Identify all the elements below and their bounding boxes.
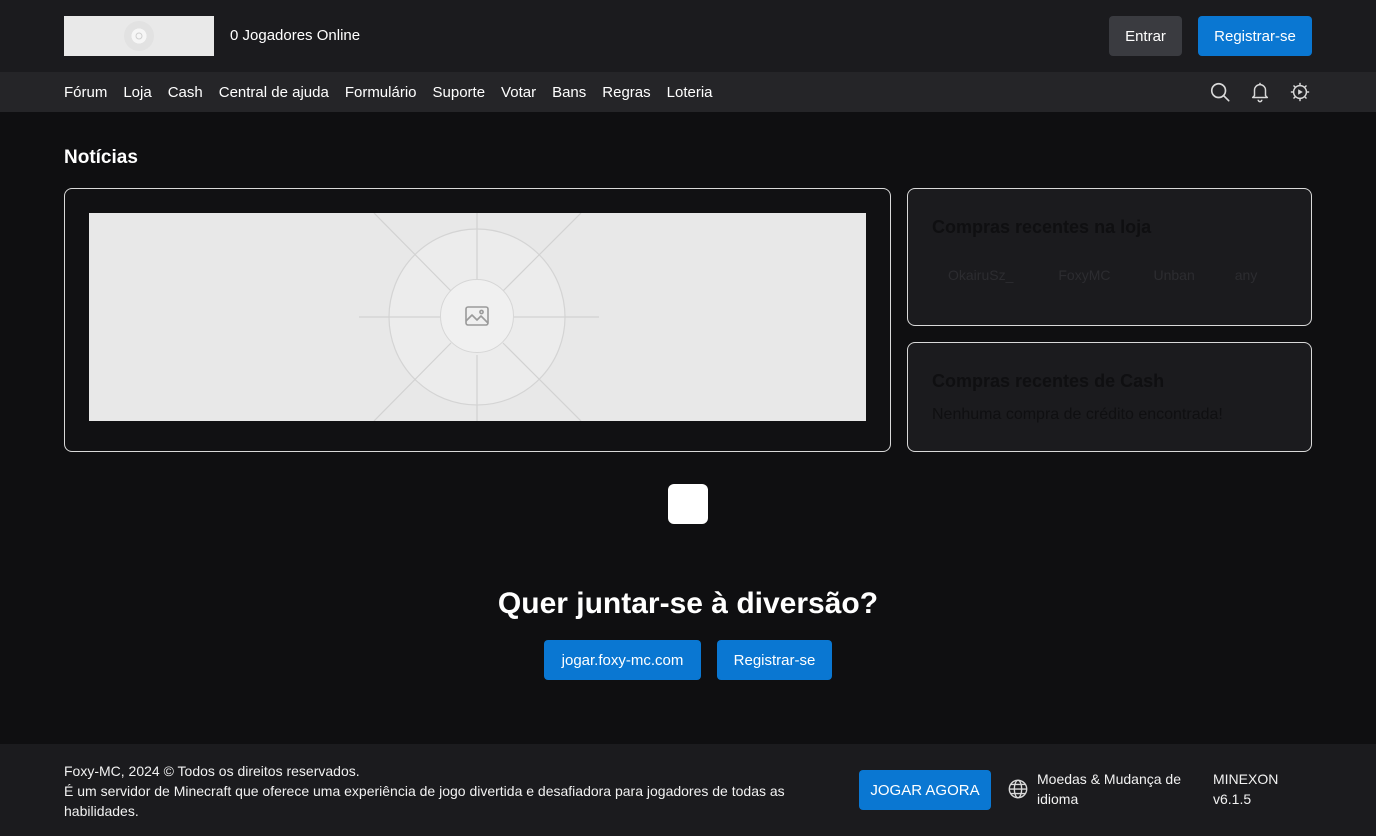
bell-icon[interactable] [1248,80,1272,104]
nav-icons [1208,72,1312,112]
buyer-item[interactable]: OkairuSz_ [948,267,1013,283]
copyright-text: Foxy-MC, 2024 © Todos os direitos reserv… [64,763,360,779]
nav-item-bans[interactable]: Bans [552,84,586,101]
cta-title: Quer juntar-se à diversão? [497,587,879,620]
nav-links: Fórum Loja Cash Central de ajuda Formulá… [64,72,713,112]
nav-item-loja[interactable]: Loja [123,84,151,101]
footer-text: Foxy-MC, 2024 © Todos os direitos reserv… [64,761,844,821]
settings-icon[interactable] [1288,80,1312,104]
image-placeholder-icon [440,279,514,353]
recent-cash-purchases-card: Compras recentes de Cash Nenhuma compra … [907,342,1312,452]
search-icon[interactable] [1208,80,1232,104]
login-button[interactable]: Entrar [1109,16,1182,56]
nav-item-votar[interactable]: Votar [501,84,536,101]
news-card[interactable] [64,188,891,452]
nav-item-formulario[interactable]: Formulário [345,84,417,101]
nav-item-regras[interactable]: Regras [602,84,650,101]
recent-buyers-list: OkairuSz_ FoxyMC Unban any [948,267,1257,283]
nav-item-cash[interactable]: Cash [168,84,203,101]
register-button[interactable]: Registrar-se [1198,16,1312,56]
nav-item-suporte[interactable]: Suporte [433,84,486,101]
nav-bar: Fórum Loja Cash Central de ajuda Formulá… [0,72,1376,112]
pagination-button[interactable] [668,484,708,524]
recent-shop-purchases-title: Compras recentes na loja [932,217,1152,237]
news-section-title: Notícias [64,147,138,168]
server-ip-button[interactable]: jogar.foxy-mc.com [544,640,701,680]
globe-icon [1008,779,1028,799]
language-label: Moedas & Mudança de idioma [1037,771,1181,807]
recent-cash-purchases-title: Compras recentes de Cash [932,371,1165,391]
buyer-item[interactable]: any [1235,267,1258,283]
play-now-button[interactable]: JOGAR AGORA [859,770,991,810]
no-purchases-message: Nenhuma compra de crédito encontrada! [932,406,1223,423]
server-description: É um servidor de Minecraft que oferece u… [64,783,785,819]
logo[interactable] [64,16,214,56]
players-online: 0 Jogadores Online [230,27,361,44]
buyer-item[interactable]: Unban [1153,267,1194,283]
logo-mark [124,21,154,51]
top-bar: 0 Jogadores Online Entrar Registrar-se [0,0,1376,72]
nav-item-central-de-ajuda[interactable]: Central de ajuda [219,84,329,101]
buyer-item[interactable]: FoxyMC [1058,267,1110,283]
platform-brand: MINEXON [1213,771,1279,787]
recent-shop-purchases-card: Compras recentes na loja OkairuSz_ FoxyM… [907,188,1312,326]
news-image-placeholder [89,213,866,421]
nav-item-loteria[interactable]: Loteria [667,84,713,101]
cta-register-button[interactable]: Registrar-se [717,640,832,680]
footer: Foxy-MC, 2024 © Todos os direitos reserv… [0,744,1376,836]
platform-version: MINEXON v6.1.5 [1213,769,1278,809]
nav-item-forum[interactable]: Fórum [64,84,107,101]
language-selector[interactable]: Moedas & Mudança de idioma [1007,769,1197,809]
version-number: v6.1.5 [1213,791,1252,807]
